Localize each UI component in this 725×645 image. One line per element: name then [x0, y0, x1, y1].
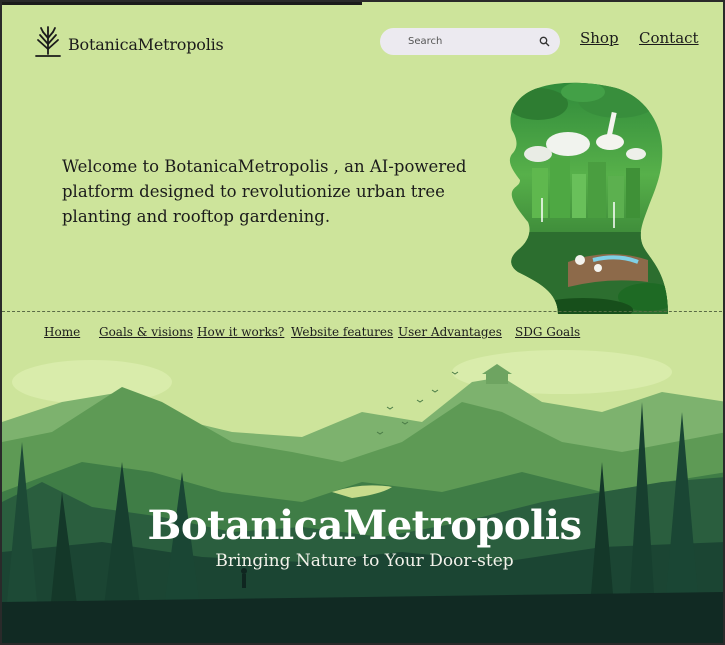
search-box[interactable] [380, 28, 560, 55]
search-icon[interactable] [539, 36, 550, 47]
forest-landscape-illustration [2, 342, 723, 643]
section-divider [2, 311, 723, 312]
intro-text: Welcome to BotanicaMetropolis , an AI-po… [62, 157, 467, 226]
search-input[interactable] [408, 36, 528, 47]
hero-title: BotanicaMetropolis [147, 502, 582, 549]
nav-goals-visions[interactable]: Goals & visions [99, 325, 193, 339]
shop-link[interactable]: Shop [580, 29, 619, 47]
page: BotanicaMetropolis Shop Contact Welcome … [0, 0, 725, 645]
tree-logo-icon [35, 26, 61, 57]
child-silhouette-illustration [509, 82, 668, 314]
nav-how-it-works[interactable]: How it works? [197, 325, 284, 339]
top-border [2, 2, 362, 5]
logo[interactable]: BotanicaMetropolis [34, 26, 224, 58]
brand-name: BotanicaMetropolis [68, 35, 224, 54]
hero-subtitle: Bringing Nature to Your Door-step [215, 551, 514, 571]
nav-sdg-goals[interactable]: SDG Goals [515, 325, 580, 339]
nav-user-advantages[interactable]: User Advantages [398, 325, 502, 339]
nav-home[interactable]: Home [44, 325, 80, 339]
contact-link[interactable]: Contact [639, 29, 699, 47]
nav-website-features[interactable]: Website features [291, 325, 393, 339]
